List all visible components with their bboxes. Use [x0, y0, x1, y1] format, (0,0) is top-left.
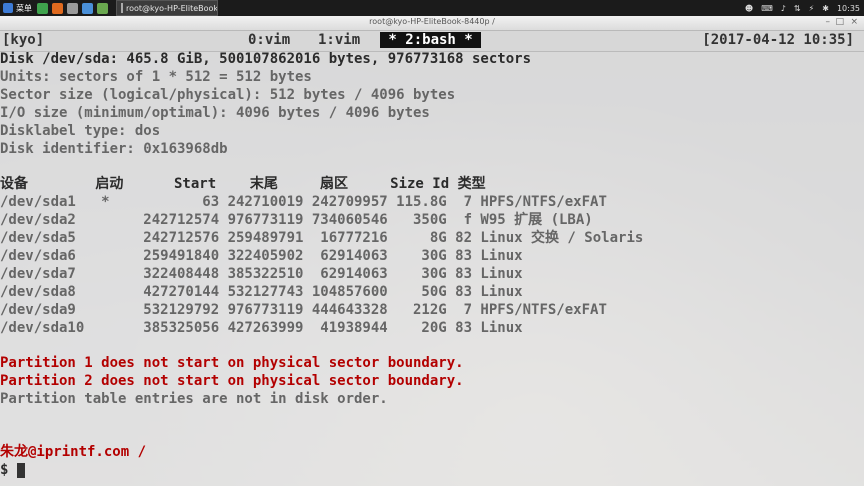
disk-summary-line: Disk /dev/sda: 465.8 GiB, 500107862016 b… — [0, 51, 532, 67]
bluetooth-icon[interactable]: ✱ — [822, 4, 829, 13]
keyboard-icon[interactable]: ⌨ — [761, 4, 773, 13]
window-title: root@kyo-HP-EliteBook-8440p / — [369, 17, 495, 26]
partition-row: /dev/sda2 242712574 976773119 734060546 … — [0, 212, 593, 228]
command-prompt-line[interactable]: $ — [0, 461, 25, 479]
tmux-session: [kyo] — [2, 32, 45, 48]
disklabel-line: Disklabel type: dos — [0, 123, 161, 139]
user-icon[interactable]: ☻ — [745, 4, 753, 13]
tmux-datetime: [2017-04-12 10:35] — [702, 32, 854, 48]
clock[interactable]: 10:35 — [837, 4, 860, 13]
partition-row: /dev/sda1 * 63 242710019 242709957 115.8… — [0, 194, 607, 210]
text-cursor — [16, 462, 25, 478]
folder-launcher-icon[interactable] — [97, 2, 108, 14]
partition-row: /dev/sda6 259491840 322405902 62914063 3… — [0, 248, 523, 264]
sector-size-line: Sector size (logical/physical): 512 byte… — [0, 87, 456, 103]
app-menu-button[interactable]: 菜单 — [0, 0, 35, 16]
system-tray: ☻ ⌨ ♪ ⇅ ⚡ ✱ 10:35 — [741, 0, 864, 16]
order-notice-line: Partition table entries are not in disk … — [0, 391, 388, 407]
maximize-icon[interactable]: □ — [835, 17, 844, 27]
partition-row: /dev/sda10 385325056 427263999 41938944 … — [0, 320, 523, 336]
network-icon[interactable]: ⇅ — [794, 4, 801, 13]
partition-row: /dev/sda9 532129792 976773119 444643328 … — [0, 302, 607, 318]
disk-identifier-line: Disk identifier: 0x163968db — [0, 141, 228, 157]
firefox-launcher-icon[interactable] — [52, 2, 63, 14]
prompt-symbol: $ — [0, 462, 17, 478]
partition-table-header: 设备 启动 Start 末尾 扇区 Size Id 类型 — [0, 176, 486, 192]
power-icon[interactable]: ⚡ — [809, 4, 815, 13]
partition-row: /dev/sda8 427270144 532127743 104857600 … — [0, 284, 523, 300]
files-launcher-icon[interactable] — [82, 2, 93, 14]
partition-row: /dev/sda7 322408448 385322510 62914063 3… — [0, 266, 523, 282]
desktop: 菜单 root@kyo-HP-EliteBook-... ☻ ⌨ ♪ ⇅ ⚡ ✱… — [0, 0, 864, 486]
taskbar-window-button[interactable]: root@kyo-HP-EliteBook-... — [116, 0, 218, 16]
tmux-window-2-active[interactable]: * 2:bash * — [380, 32, 482, 48]
menu-label: 菜单 — [16, 3, 32, 13]
volume-icon[interactable]: ♪ — [781, 4, 786, 13]
terminal-view[interactable]: [kyo] 0:vim 1:vim * 2:bash * [2017-04-12… — [0, 31, 864, 486]
close-icon[interactable]: × — [850, 17, 858, 27]
warning-line: Partition 1 does not start on physical s… — [0, 355, 464, 371]
partition-row: /dev/sda5 242712576 259489791 16777216 8… — [0, 230, 644, 246]
window-titlebar[interactable]: root@kyo-HP-EliteBook-8440p / – □ × — [0, 16, 864, 31]
terminal-launcher-icon[interactable] — [37, 2, 48, 14]
minimize-icon[interactable]: – — [826, 17, 831, 27]
editor-launcher-icon[interactable] — [67, 2, 78, 14]
tmux-window-0[interactable]: 0:vim — [248, 32, 290, 48]
io-size-line: I/O size (minimum/optimal): 4096 bytes /… — [0, 105, 430, 121]
prompt-cwd: / — [137, 444, 147, 460]
warning-line: Partition 2 does not start on physical s… — [0, 373, 464, 389]
units-line: Units: sectors of 1 * 512 = 512 bytes — [0, 69, 312, 85]
taskbar-window-title: root@kyo-HP-EliteBook-... — [126, 3, 218, 13]
terminal-icon — [121, 3, 123, 13]
tmux-status-bar: [kyo] 0:vim 1:vim * 2:bash * [2017-04-12… — [0, 31, 864, 52]
prompt-user-host: 朱龙@iprintf.com — [0, 444, 130, 460]
tmux-window-1[interactable]: 1:vim — [318, 32, 360, 48]
prompt-info-line: 朱龙@iprintf.com / — [0, 443, 146, 461]
system-panel: 菜单 root@kyo-HP-EliteBook-... ☻ ⌨ ♪ ⇅ ⚡ ✱… — [0, 0, 864, 17]
menu-logo-icon — [3, 3, 13, 13]
